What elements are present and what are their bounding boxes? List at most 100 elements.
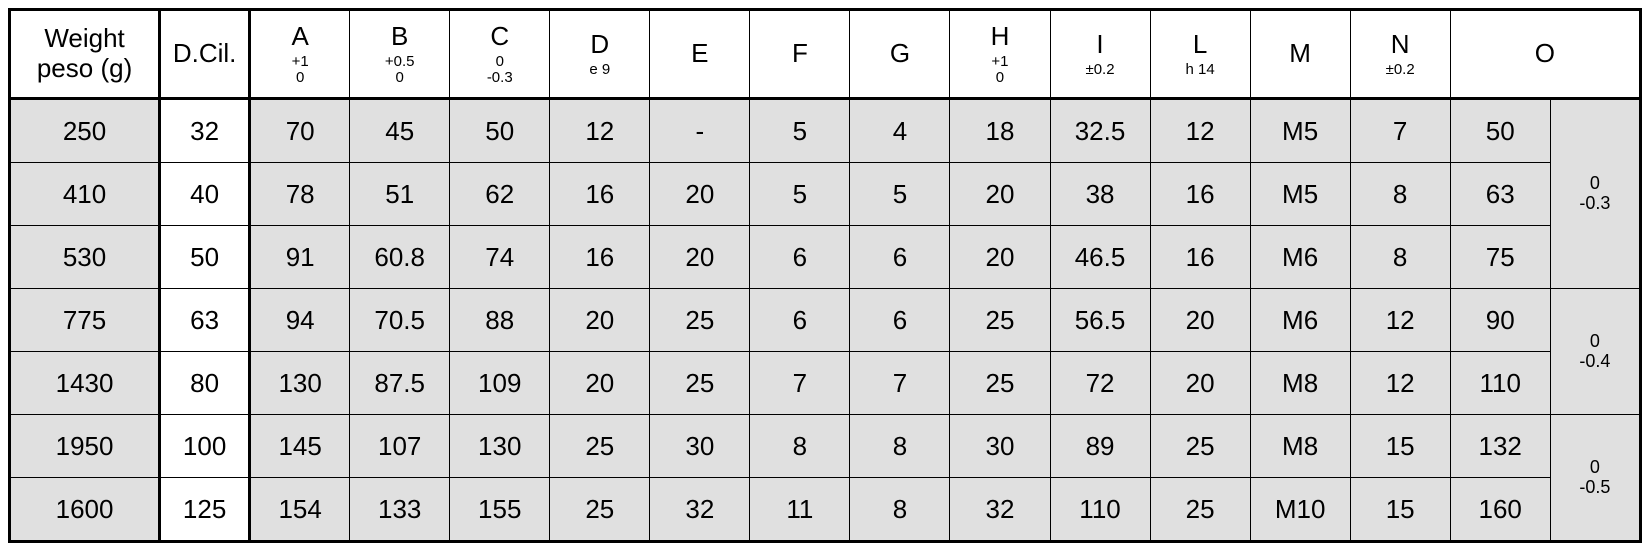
cell-B: 45 [350, 99, 450, 163]
cell-D: 16 [550, 226, 650, 289]
cell-N: 15 [1350, 478, 1450, 542]
cell-N: 12 [1350, 352, 1450, 415]
cell-B: 133 [350, 478, 450, 542]
cell-M: M6 [1250, 289, 1350, 352]
table-row: 530509160.8741620662046.516M6875 [10, 226, 1641, 289]
cell-O: 160 [1450, 478, 1550, 542]
header-H: H +10 [950, 10, 1050, 99]
cell-A: 70 [250, 99, 350, 163]
table-row: 14308013087.5109202577257220M812110 [10, 352, 1641, 415]
table-body: 2503270455012-541832.512M57500-0.3410407… [10, 99, 1641, 542]
cell-E: 25 [650, 352, 750, 415]
cell-B: 107 [350, 415, 450, 478]
cell-F: 6 [750, 289, 850, 352]
cell-I: 110 [1050, 478, 1150, 542]
cell-weight: 250 [10, 99, 160, 163]
cell-N: 8 [1350, 226, 1450, 289]
cell-E: - [650, 99, 750, 163]
cell-N: 7 [1350, 99, 1450, 163]
cell-G: 7 [850, 352, 950, 415]
cell-F: 5 [750, 99, 850, 163]
table-row: 41040785162162055203816M5863 [10, 163, 1641, 226]
cell-L: 16 [1150, 226, 1250, 289]
cell-G: 6 [850, 226, 950, 289]
cell-N: 8 [1350, 163, 1450, 226]
header-C: C 0-0.3 [450, 10, 550, 99]
cell-A: 91 [250, 226, 350, 289]
cell-weight: 410 [10, 163, 160, 226]
cell-B: 70.5 [350, 289, 450, 352]
cell-G: 8 [850, 478, 950, 542]
cell-F: 6 [750, 226, 850, 289]
cell-O-tolerance: 0-0.5 [1550, 415, 1640, 542]
cell-L: 25 [1150, 478, 1250, 542]
cell-M: M8 [1250, 352, 1350, 415]
cell-weight: 530 [10, 226, 160, 289]
cell-E: 32 [650, 478, 750, 542]
cell-O: 50 [1450, 99, 1550, 163]
header-weight: Weight peso (g) [10, 10, 160, 99]
header-M: M [1250, 10, 1350, 99]
cell-weight: 775 [10, 289, 160, 352]
cell-D: 20 [550, 289, 650, 352]
cell-weight: 1950 [10, 415, 160, 478]
cell-H: 20 [950, 163, 1050, 226]
cell-E: 30 [650, 415, 750, 478]
cell-M: M6 [1250, 226, 1350, 289]
cell-dcil: 32 [160, 99, 250, 163]
cell-L: 16 [1150, 163, 1250, 226]
cell-D: 12 [550, 99, 650, 163]
cell-E: 20 [650, 226, 750, 289]
cell-L: 20 [1150, 289, 1250, 352]
cell-M: M10 [1250, 478, 1350, 542]
cell-C: 62 [450, 163, 550, 226]
header-weight-line1: Weight [11, 24, 158, 54]
cell-N: 15 [1350, 415, 1450, 478]
header-F: F [750, 10, 850, 99]
cell-O: 75 [1450, 226, 1550, 289]
cell-I: 89 [1050, 415, 1150, 478]
cell-G: 8 [850, 415, 950, 478]
cell-A: 94 [250, 289, 350, 352]
cell-L: 20 [1150, 352, 1250, 415]
cell-O: 90 [1450, 289, 1550, 352]
cell-B: 87.5 [350, 352, 450, 415]
header-N: N ±0.2 [1350, 10, 1450, 99]
cell-E: 25 [650, 289, 750, 352]
cell-O: 132 [1450, 415, 1550, 478]
cell-H: 32 [950, 478, 1050, 542]
cell-M: M8 [1250, 415, 1350, 478]
header-dcil: D.Cil. [160, 10, 250, 99]
cell-F: 8 [750, 415, 850, 478]
header-L: L h 14 [1150, 10, 1250, 99]
cell-A: 154 [250, 478, 350, 542]
cell-O: 110 [1450, 352, 1550, 415]
cell-dcil: 100 [160, 415, 250, 478]
table-row: 2503270455012-541832.512M57500-0.3 [10, 99, 1641, 163]
header-A: A +10 [250, 10, 350, 99]
cell-I: 46.5 [1050, 226, 1150, 289]
cell-G: 6 [850, 289, 950, 352]
cell-N: 12 [1350, 289, 1450, 352]
spec-table: Weight peso (g) D.Cil. A +10 B +0.50 C 0… [8, 8, 1642, 543]
cell-A: 130 [250, 352, 350, 415]
cell-F: 11 [750, 478, 850, 542]
cell-weight: 1430 [10, 352, 160, 415]
cell-H: 25 [950, 289, 1050, 352]
cell-dcil: 40 [160, 163, 250, 226]
cell-dcil: 125 [160, 478, 250, 542]
cell-E: 20 [650, 163, 750, 226]
cell-I: 72 [1050, 352, 1150, 415]
cell-dcil: 50 [160, 226, 250, 289]
header-O: O [1450, 10, 1640, 99]
cell-weight: 1600 [10, 478, 160, 542]
cell-H: 25 [950, 352, 1050, 415]
cell-B: 60.8 [350, 226, 450, 289]
cell-M: M5 [1250, 99, 1350, 163]
cell-A: 145 [250, 415, 350, 478]
cell-O: 63 [1450, 163, 1550, 226]
table-row: 160012515413315525321183211025M1015160 [10, 478, 1641, 542]
cell-H: 18 [950, 99, 1050, 163]
header-weight-line2: peso (g) [11, 54, 158, 84]
cell-dcil: 63 [160, 289, 250, 352]
